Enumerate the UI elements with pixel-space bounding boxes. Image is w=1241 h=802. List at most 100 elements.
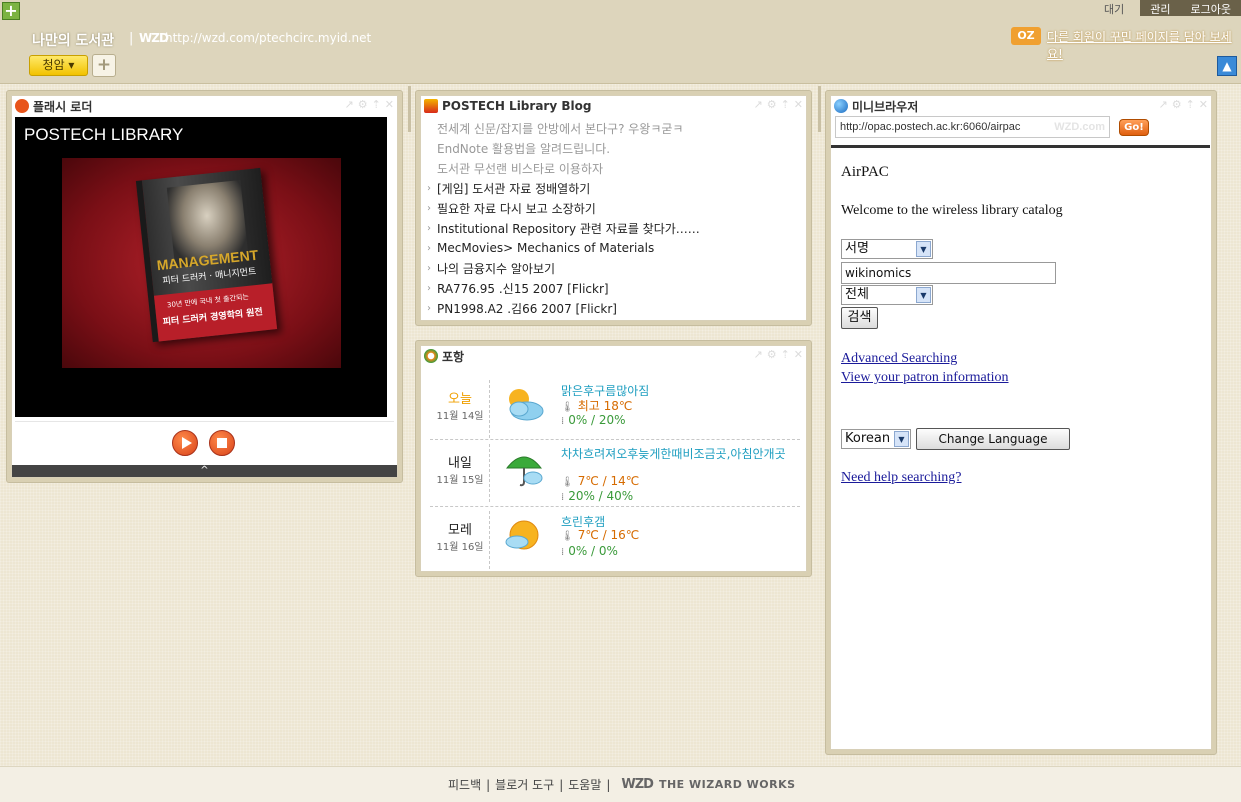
search-button[interactable]: 검색 — [841, 307, 878, 329]
blog-post-item[interactable]: › 나의 금융지수 알아보기 — [421, 258, 806, 278]
chevron-down-icon: ▼ — [916, 241, 931, 257]
go-button[interactable]: Go! — [1119, 119, 1149, 136]
settings-icon[interactable]: ⚙ — [767, 98, 777, 111]
expand-icon[interactable]: ↗ — [753, 348, 762, 361]
change-language-button[interactable]: Change Language — [916, 428, 1070, 450]
promo-link[interactable]: 다른 회원이 꾸민 페이지를 담아 보세요! — [1047, 28, 1241, 62]
book-band: 30년 만에 국내 첫 출간되는 피터 드러커 경영학의 원전 — [153, 283, 278, 342]
site-url[interactable]: http://wzd.com/ptechcirc.myid.net — [165, 31, 371, 45]
tab-manage[interactable]: 관리 — [1140, 0, 1181, 16]
close-icon[interactable]: ✕ — [1199, 98, 1208, 111]
settings-icon[interactable]: ⚙ — [767, 348, 777, 361]
scroll-top-button[interactable]: ▲ — [1217, 56, 1237, 76]
play-button[interactable] — [172, 430, 198, 456]
blog-post-title: 필요한 자료 다시 보고 소장하기 — [437, 201, 596, 216]
bullet-icon: › — [427, 202, 431, 214]
rain-icon: ⁞ — [561, 547, 565, 558]
weather-rain: 0% / 20% — [568, 413, 626, 427]
footer-brand[interactable]: WZD THE WIZARD WORKS — [621, 777, 795, 792]
bullet-icon: › — [427, 262, 431, 274]
tab-wait[interactable]: 대기 — [1092, 0, 1141, 16]
wzd-watermark: WZD.com — [1054, 121, 1105, 133]
blog-post-title: [게임] 도서관 자료 정배열하기 — [437, 181, 591, 196]
tab-logout[interactable]: 로그아웃 — [1180, 0, 1241, 16]
browser-viewport: AirPAC Welcome to the wireless library c… — [831, 145, 1210, 745]
blog-post-title: 도서관 무선랜 비스타로 이용하자 — [437, 161, 604, 176]
widget-controls: ↗ ⚙ ⇡ ✕ — [753, 98, 803, 111]
blog-post-item[interactable]: › Institutional Repository 관련 자료를 찾다가…… — [421, 218, 806, 238]
minimize-icon[interactable]: ⇡ — [781, 98, 790, 111]
flash-loader-widget: 플래시 로더 ↗ ⚙ ⇡ ✕ POSTECH LIBRARY MANAGEMEN… — [6, 90, 403, 483]
umbrella-icon — [505, 456, 543, 487]
footer-links: 피드백 | 블로거 도구 | 도움말 | WZD THE WIZARD WORK… — [448, 776, 796, 793]
column-resize-handle[interactable] — [818, 86, 821, 132]
column-resize-handle[interactable] — [408, 86, 411, 132]
blog-post-item[interactable]: › RA776.95 .신15 2007 [Flickr] — [421, 278, 806, 298]
patron-info-link[interactable]: View your patron information — [841, 370, 1009, 386]
minimize-icon[interactable]: ⇡ — [781, 348, 790, 361]
page-tab-chungam[interactable]: 청암 ▾ — [29, 55, 88, 76]
settings-icon[interactable]: ⚙ — [1172, 98, 1182, 111]
minimize-icon[interactable]: ⇡ — [1186, 98, 1195, 111]
expand-icon[interactable]: ↗ — [753, 98, 762, 111]
weather-day-after: 모레 11월 16일 흐린후갬 🌡 7℃ / 16℃ ⁞ 0% / 0% — [430, 507, 800, 571]
mini-browser-widget: 미니브라우저 ↗ ⚙ ⇡ ✕ http://opac.postech.ac.kr… — [825, 90, 1217, 755]
blog-post-item[interactable]: › [게임] 도서관 자료 정배열하기 — [421, 178, 806, 198]
blog-post-title: EndNote 활용법을 알려드립니다. — [437, 141, 611, 156]
help-link[interactable]: Need help searching? — [841, 470, 962, 486]
blog-post-item[interactable]: EndNote 활용법을 알려드립니다. — [421, 138, 806, 158]
expand-icon[interactable]: ↗ — [1158, 98, 1167, 111]
collapse-bar[interactable]: ^ — [12, 465, 397, 477]
weather-rain: 0% / 0% — [568, 544, 618, 558]
add-widget-icon[interactable]: + — [2, 2, 20, 20]
help-link[interactable]: 도움말 — [568, 776, 601, 793]
select-value: 전체 — [845, 287, 869, 302]
blog-post-title: RA776.95 .신15 2007 [Flickr] — [437, 281, 609, 296]
advanced-search-link[interactable]: Advanced Searching — [841, 351, 957, 367]
wzd-logo: WZD — [139, 31, 169, 45]
book-image: MANAGEMENT 피터 드러커 · 매니지먼트 30년 만에 국내 첫 출간… — [62, 158, 341, 368]
flash-stage[interactable]: POSTECH LIBRARY MANAGEMENT 피터 드러커 · 매니지먼… — [15, 117, 387, 417]
blogger-tools-link[interactable]: 블로거 도구 — [495, 776, 554, 793]
widget-title[interactable]: 미니브라우저 — [834, 98, 918, 114]
blog-post-item[interactable]: 도서관 무선랜 비스타로 이용하자 — [421, 158, 806, 178]
widget-body: POSTECH Library Blog ↗ ⚙ ⇡ ✕ 전세계 신문/잡지를 … — [420, 95, 807, 321]
close-icon[interactable]: ✕ — [385, 98, 394, 111]
rain-icon: ⁞ — [561, 416, 565, 427]
feedback-link[interactable]: 피드백 — [448, 776, 481, 793]
weather-globe-icon — [424, 349, 438, 363]
add-tab-button[interactable]: + — [92, 54, 116, 77]
weather-condition[interactable]: 차차흐려져오후늦게한때비조금곳,아침안개곳 — [561, 448, 797, 460]
minimize-icon[interactable]: ⇡ — [372, 98, 381, 111]
blog-post-title: PN1998.A2 .김66 2007 [Flickr] — [437, 301, 617, 316]
widget-title[interactable]: 플래시 로더 — [15, 98, 92, 114]
widget-title[interactable]: 포항 — [424, 348, 464, 364]
search-type-select[interactable]: 서명 ▼ — [841, 239, 933, 259]
weather-tomorrow: 내일 11월 15일 차차흐려져오후늦게한때비조금곳,아침안개곳 🌡 7℃ / 1… — [430, 440, 800, 507]
settings-icon[interactable]: ⚙ — [358, 98, 368, 111]
scope-select[interactable]: 전체 ▼ — [841, 285, 933, 305]
flash-controls — [15, 421, 394, 462]
blog-post-item[interactable]: › MecMovies> Mechanics of Materials — [421, 238, 806, 258]
welcome-text: Welcome to the wireless library catalog — [841, 203, 1063, 218]
site-title[interactable]: 나만의 도서관 — [32, 30, 114, 50]
weather-widget: 포항 ↗ ⚙ ⇡ ✕ 오늘 11월 14일 맑은후구름많아짐 🌡 최고 18℃ ⁞… — [415, 340, 812, 577]
weather-day-label: 오늘 — [448, 392, 472, 407]
weather-today: 오늘 11월 14일 맑은후구름많아짐 🌡 최고 18℃ ⁞ 0% / 20% — [430, 376, 800, 440]
weather-date: 11월 14일 — [436, 411, 484, 422]
close-icon[interactable]: ✕ — [794, 348, 803, 361]
language-select[interactable]: Korean ▼ — [841, 429, 911, 449]
widget-title[interactable]: POSTECH Library Blog — [424, 98, 591, 114]
header: + 나만의 도서관 | WZD http://wzd.com/ptechcirc… — [0, 0, 1241, 84]
blog-post-item[interactable]: › 필요한 자료 다시 보고 소장하기 — [421, 198, 806, 218]
blog-post-item[interactable]: › PN1998.A2 .김66 2007 [Flickr] — [421, 298, 806, 318]
close-icon[interactable]: ✕ — [794, 98, 803, 111]
stop-button[interactable] — [209, 430, 235, 456]
blog-post-item[interactable]: 전세계 신문/잡지를 안방에서 본다구? 우왕ㅋ굳ㅋ — [421, 118, 806, 138]
address-input[interactable]: http://opac.postech.ac.kr:6060/airpac WZ… — [835, 116, 1110, 138]
search-input[interactable]: wikinomics — [841, 262, 1056, 284]
expand-icon[interactable]: ↗ — [344, 98, 353, 111]
widget-title-text: 플래시 로더 — [33, 99, 93, 114]
widget-body: 플래시 로더 ↗ ⚙ ⇡ ✕ POSTECH LIBRARY MANAGEMEN… — [11, 95, 398, 478]
bullet-icon: › — [427, 222, 431, 234]
